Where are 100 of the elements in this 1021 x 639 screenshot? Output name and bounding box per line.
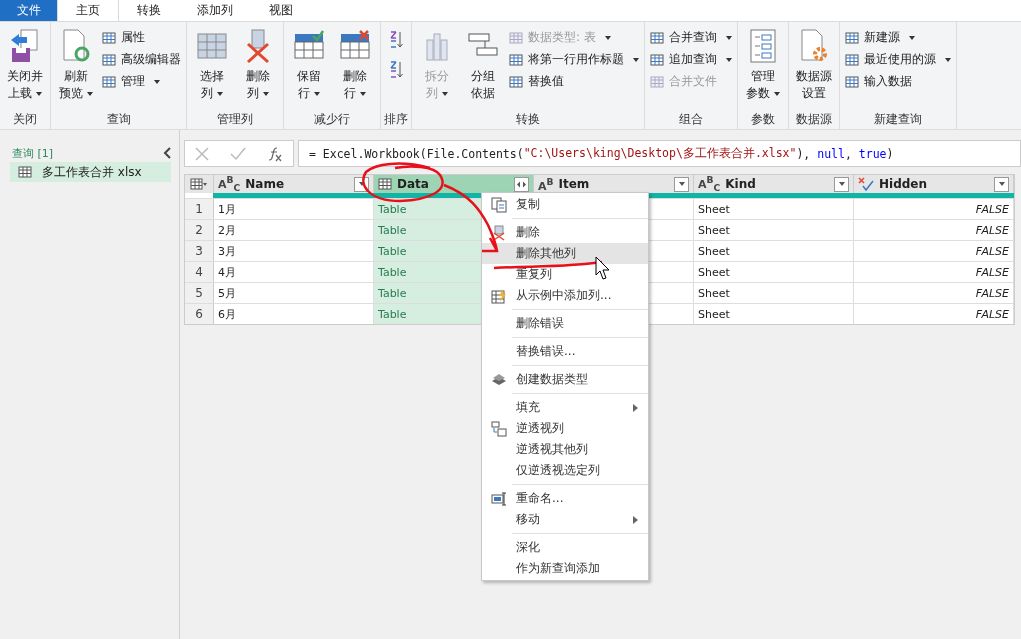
table-cell: FALSE (854, 199, 1014, 219)
table-flash-icon (491, 287, 507, 304)
table-icon (650, 30, 664, 45)
group-label: 参数 (751, 111, 775, 128)
ribbon-tab[interactable]: 视图 (251, 0, 311, 21)
group-label: 排序 (384, 111, 408, 128)
row-number: 1 (185, 199, 214, 219)
column-header[interactable]: Data (374, 175, 534, 193)
table-icon (845, 74, 859, 89)
table-icon (509, 52, 523, 67)
ribbon-button[interactable]: 管理 (100, 72, 183, 91)
table-cell: Sheet (694, 304, 854, 324)
menu-item[interactable]: 移动 (482, 509, 648, 530)
filter-dropdown[interactable] (994, 176, 1009, 192)
menu-item[interactable]: 仅逆透视选定列 (482, 460, 648, 481)
ribbon-button[interactable]: 刷新 预览 (54, 26, 98, 104)
ribbon-button[interactable]: 属性 (100, 28, 183, 47)
table-icon (190, 178, 208, 190)
rename-icon (491, 490, 507, 507)
row-number: 3 (185, 241, 214, 261)
expand-icon (517, 180, 526, 188)
queries-heading: 查询 [1] (12, 145, 54, 161)
table-cell: Sheet (694, 220, 854, 240)
table-cell: FALSE (854, 241, 1014, 261)
menu-item[interactable]: 填充 (482, 397, 648, 418)
unpivot-icon (491, 420, 507, 437)
row-number: 6 (185, 304, 214, 324)
expand-button[interactable] (514, 176, 529, 192)
layers-icon (491, 371, 507, 388)
group-label: 数据源 (796, 111, 832, 128)
collapse-icon[interactable] (163, 147, 171, 159)
annotation-arrow (442, 183, 499, 253)
menu-item[interactable]: 逆透视其他列 (482, 439, 648, 460)
ribbon-tab[interactable]: 主页 (57, 0, 119, 21)
ribbon-button[interactable]: 输入数据 (843, 72, 953, 91)
group-label: 转换 (516, 111, 540, 128)
row-number: 2 (185, 220, 214, 240)
delete-column-icon (491, 224, 507, 241)
ribbon-button[interactable]: 选择 列 (190, 26, 234, 104)
group-label: 管理列 (217, 111, 253, 128)
table-cell: FALSE (854, 220, 1014, 240)
ribbon-button[interactable]: 关闭并 上载 (3, 26, 47, 104)
ribbon-tab[interactable]: 转换 (119, 0, 179, 21)
ribbon-button[interactable]: 保留 行 (287, 26, 331, 104)
cursor-icon (595, 256, 611, 282)
filter-dropdown[interactable] (674, 176, 689, 192)
formula-field[interactable]: = Excel.Workbook(File.Contents("C:\Users\king\Desktop\多工作表合并.xlsx"), null, true) (298, 140, 1021, 167)
copy-icon (491, 196, 507, 213)
function-icon[interactable] (266, 145, 283, 162)
check-cross-icon (858, 177, 874, 191)
save-icon (9, 28, 41, 64)
group-label: 组合 (679, 111, 703, 128)
menu-item[interactable]: 删除其他列 (482, 243, 648, 264)
ribbon-button[interactable]: 替换值 (507, 72, 641, 91)
table-icon (102, 52, 116, 67)
ribbon-button[interactable]: 删除 列 (236, 26, 280, 104)
table-icon (102, 30, 116, 45)
menu-item[interactable]: 逆透视列 (482, 418, 648, 439)
table-cell: FALSE (854, 283, 1014, 303)
row-number: 4 (185, 262, 214, 282)
ribbon-button[interactable]: 删除 行 (333, 26, 377, 104)
sort-descending-icon[interactable] (388, 60, 404, 80)
check-icon[interactable] (230, 146, 246, 161)
ribbon-button[interactable]: 管理 参数 (741, 26, 785, 104)
ribbon-tab[interactable]: 添加列 (179, 0, 251, 21)
table-cell: FALSE (854, 304, 1014, 324)
menu-item[interactable]: 重命名... (482, 488, 648, 509)
sort-ascending-icon[interactable] (388, 30, 404, 50)
table-icon (650, 52, 664, 67)
ribbon-button[interactable]: 分组 依据 (461, 26, 505, 104)
table-icon (509, 30, 523, 45)
group-label: 新建查询 (874, 111, 922, 128)
table-icon (378, 178, 392, 190)
ribbon-button[interactable]: 新建源 (843, 28, 953, 47)
table-icon (509, 74, 523, 89)
table-cell: Sheet (694, 241, 854, 261)
ribbon-button[interactable]: 高级编辑器 (100, 50, 183, 69)
menu-item[interactable]: 创建数据类型 (482, 369, 648, 390)
ribbon-button[interactable]: 最近使用的源 (843, 50, 953, 69)
table-icon (845, 30, 859, 45)
ribbon-button[interactable]: 数据源 设置 (792, 26, 836, 104)
table-icon (18, 166, 32, 178)
table-icon (102, 74, 116, 89)
ribbon-button[interactable]: 合并查询 (648, 28, 734, 47)
group-label: 关闭 (13, 111, 37, 128)
table-icon (845, 52, 859, 67)
ribbon-tab[interactable]: 文件 (0, 0, 57, 21)
document-refresh-icon (60, 28, 92, 64)
ribbon-button[interactable]: 追加查询 (648, 50, 734, 69)
list-icon (747, 28, 779, 64)
table-icon (650, 74, 664, 89)
menu-item[interactable]: 替换错误... (482, 341, 648, 362)
menu-item[interactable]: 作为新查询添加 (482, 558, 648, 579)
menu-item[interactable]: 深化 (482, 537, 648, 558)
group-label: 查询 (106, 111, 131, 128)
query-item[interactable]: 多工作表合并 xlsx (10, 162, 171, 182)
ribbon-button[interactable]: 将第一行用作标题 (507, 50, 641, 69)
table-cell: Sheet (694, 262, 854, 282)
filter-dropdown[interactable] (834, 176, 849, 192)
row-number: 5 (185, 283, 214, 303)
